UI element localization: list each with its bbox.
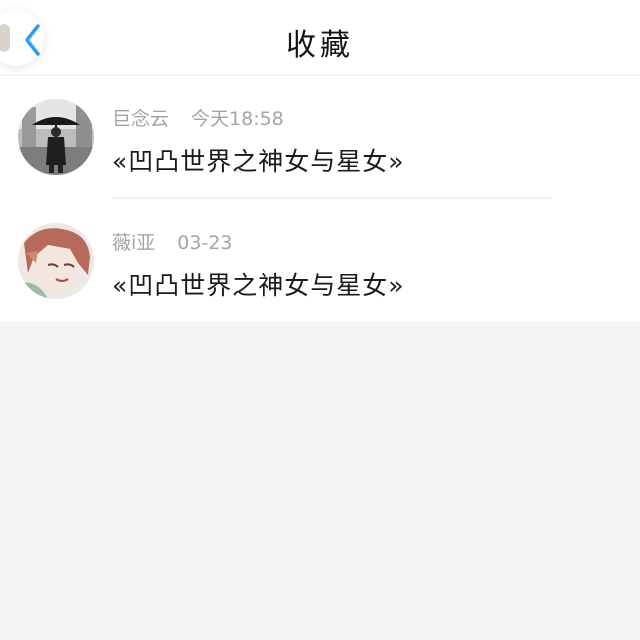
- timestamp: 今天18:58: [191, 108, 284, 130]
- item-meta: 巨念云 今天18:58: [112, 104, 284, 131]
- item-title[interactable]: «凹凸世界之神女与星女»: [112, 142, 405, 178]
- list-divider: [112, 197, 552, 199]
- author-name[interactable]: 巨念云: [112, 108, 169, 130]
- list-item[interactable]: 薇i亚 03-23 «凹凸世界之神女与星女»: [0, 200, 640, 322]
- page-title: 收藏: [286, 28, 354, 63]
- author-name[interactable]: 薇i亚: [112, 232, 155, 254]
- item-meta: 薇i亚 03-23: [112, 228, 233, 255]
- list-item[interactable]: 巨念云 今天18:58 «凹凸世界之神女与星女»: [0, 76, 640, 198]
- avatar[interactable]: [18, 223, 94, 299]
- item-title[interactable]: «凹凸世界之神女与星女»: [112, 266, 405, 302]
- avatar[interactable]: [18, 99, 94, 175]
- top-bar: 收藏: [0, 0, 640, 74]
- favorites-list: 巨念云 今天18:58 «凹凸世界之神女与星女» 薇i亚 03-23 «凹凸世界之神…: [0, 76, 640, 322]
- timestamp: 03-23: [177, 232, 233, 254]
- avatar-umbrella-image: [18, 99, 94, 175]
- avatar-anime-image: [18, 223, 94, 299]
